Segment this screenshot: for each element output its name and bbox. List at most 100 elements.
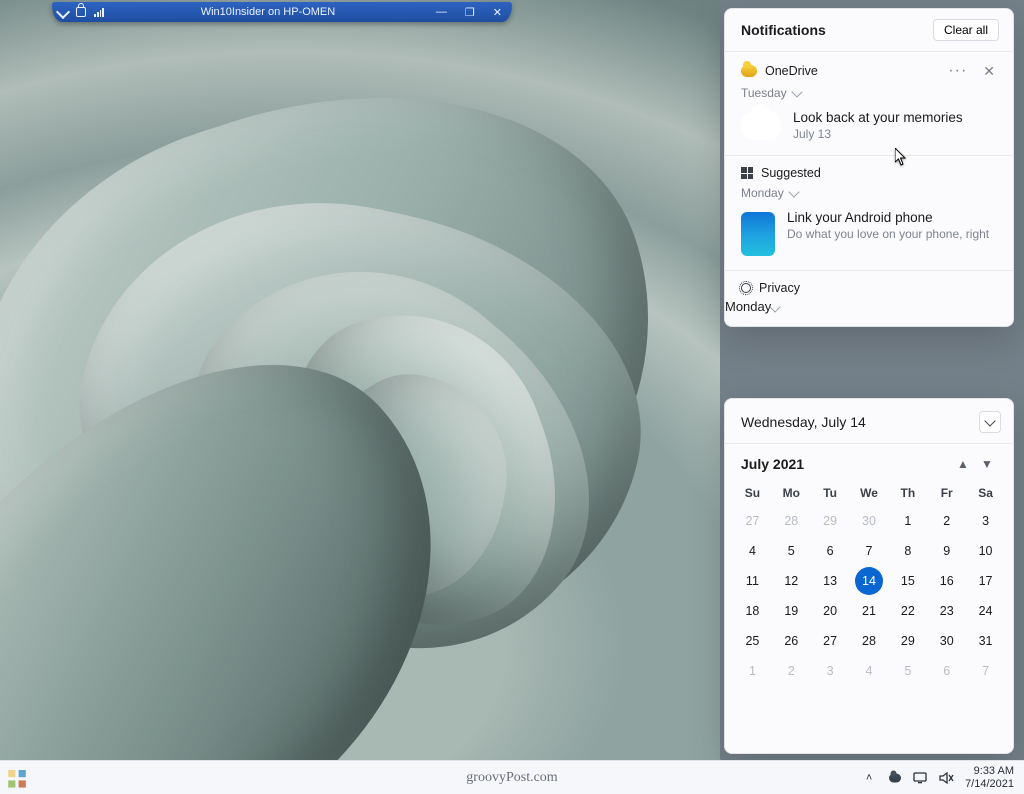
cloud-thumbnail-icon bbox=[741, 112, 781, 140]
calendar-day[interactable]: 4 bbox=[733, 536, 772, 566]
calendar-day[interactable]: 18 bbox=[733, 596, 772, 626]
volume-muted-tray-icon[interactable] bbox=[939, 771, 955, 785]
calendar-day[interactable]: 4 bbox=[850, 656, 889, 686]
calendar-day[interactable]: 13 bbox=[811, 566, 850, 596]
onedrive-icon bbox=[741, 65, 757, 77]
notifications-title: Notifications bbox=[741, 22, 826, 38]
calendar-day[interactable]: 3 bbox=[811, 656, 850, 686]
calendar-day[interactable]: 30 bbox=[850, 506, 889, 536]
calendar-day[interactable]: 22 bbox=[888, 596, 927, 626]
chevron-down-icon bbox=[770, 301, 781, 312]
calendar-day[interactable]: 26 bbox=[772, 626, 811, 656]
phone-thumbnail-icon bbox=[741, 212, 775, 256]
next-month-button[interactable]: ▼ bbox=[975, 452, 999, 476]
watermark: groovyPost.com bbox=[466, 770, 557, 786]
calendar-day[interactable]: 29 bbox=[888, 626, 927, 656]
notification-title: Link your Android phone bbox=[787, 210, 989, 225]
calendar-day[interactable]: 9 bbox=[927, 536, 966, 566]
calendar-dow: Th bbox=[888, 486, 927, 500]
calendar-day[interactable]: 1 bbox=[888, 506, 927, 536]
calendar-day[interactable]: 2 bbox=[927, 506, 966, 536]
calendar-day[interactable]: 8 bbox=[888, 536, 927, 566]
calendar-day-today[interactable]: 14 bbox=[855, 567, 883, 595]
start-icon[interactable] bbox=[8, 770, 26, 788]
calendar-day[interactable]: 25 bbox=[733, 626, 772, 656]
calendar-day[interactable]: 6 bbox=[927, 656, 966, 686]
restore-button[interactable]: ❐ bbox=[461, 6, 479, 19]
calendar-dow: Sa bbox=[966, 486, 1005, 500]
calendar-day[interactable]: 15 bbox=[888, 566, 927, 596]
calendar-day[interactable]: 17 bbox=[966, 566, 1005, 596]
lock-icon bbox=[76, 7, 86, 17]
notifications-panel: Notifications Clear all OneDrive ··· ✕ T… bbox=[724, 8, 1014, 327]
more-icon[interactable]: ··· bbox=[944, 62, 971, 80]
grid-icon bbox=[741, 167, 753, 179]
pin-icon[interactable] bbox=[56, 5, 70, 19]
privacy-section[interactable]: Privacy bbox=[725, 270, 1013, 299]
calendar-dow-header: SuMoTuWeThFrSa bbox=[725, 482, 1013, 506]
tray-overflow-icon[interactable]: ˄ bbox=[861, 771, 877, 785]
calendar-day[interactable]: 28 bbox=[772, 506, 811, 536]
notification-day[interactable]: Tuesday bbox=[725, 84, 1013, 106]
chevron-down-icon bbox=[788, 186, 799, 197]
calendar-day[interactable]: 31 bbox=[966, 626, 1005, 656]
calendar-month-year[interactable]: July 2021 bbox=[741, 456, 951, 472]
notification-subtitle: Do what you love on your phone, right bbox=[787, 227, 989, 241]
tray-time: 9:33 AM bbox=[965, 765, 1014, 777]
calendar-full-date: Wednesday, July 14 bbox=[741, 414, 866, 430]
suggested-section: Suggested bbox=[725, 155, 1013, 184]
calendar-dow: We bbox=[850, 486, 889, 500]
close-button[interactable]: ✕ bbox=[489, 6, 506, 19]
calendar-day[interactable]: 12 bbox=[772, 566, 811, 596]
system-tray: ˄ 9:33 AM 7/14/2021 bbox=[861, 765, 1024, 789]
calendar-day[interactable]: 28 bbox=[850, 626, 889, 656]
notification-day[interactable]: Monday bbox=[725, 299, 1013, 326]
calendar-dow: Mo bbox=[772, 486, 811, 500]
notification-day[interactable]: Monday bbox=[725, 184, 1013, 206]
clear-all-button[interactable]: Clear all bbox=[933, 19, 999, 41]
calendar-day[interactable]: 1 bbox=[733, 656, 772, 686]
gear-icon bbox=[741, 283, 751, 293]
remote-title: Win10Insider on HP-OMEN bbox=[201, 6, 336, 18]
calendar-day[interactable]: 3 bbox=[966, 506, 1005, 536]
signal-icon bbox=[94, 7, 104, 17]
notification-card-phone[interactable]: Monday Link your Android phone Do what y… bbox=[725, 184, 1013, 270]
calendar-day[interactable]: 19 bbox=[772, 596, 811, 626]
calendar-day[interactable]: 5 bbox=[772, 536, 811, 566]
desktop-wallpaper[interactable] bbox=[0, 0, 720, 760]
calendar-day[interactable]: 10 bbox=[966, 536, 1005, 566]
calendar-day[interactable]: 16 bbox=[927, 566, 966, 596]
calendar-day[interactable]: 29 bbox=[811, 506, 850, 536]
tray-clock[interactable]: 9:33 AM 7/14/2021 bbox=[965, 765, 1014, 789]
suggested-label: Suggested bbox=[761, 166, 821, 180]
onedrive-tray-icon[interactable] bbox=[887, 771, 903, 785]
calendar-day[interactable]: 5 bbox=[888, 656, 927, 686]
calendar-day[interactable]: 6 bbox=[811, 536, 850, 566]
notification-subtitle: July 13 bbox=[793, 127, 963, 141]
chevron-down-icon bbox=[791, 86, 802, 97]
prev-month-button[interactable]: ▲ bbox=[951, 452, 975, 476]
calendar-dow: Fr bbox=[927, 486, 966, 500]
calendar-dow: Tu bbox=[811, 486, 850, 500]
collapse-calendar-button[interactable] bbox=[979, 411, 1001, 433]
calendar-day[interactable]: 27 bbox=[733, 506, 772, 536]
minimize-button[interactable]: — bbox=[432, 6, 451, 18]
calendar-day[interactable]: 30 bbox=[927, 626, 966, 656]
calendar-day[interactable]: 11 bbox=[733, 566, 772, 596]
close-icon[interactable]: ✕ bbox=[979, 63, 999, 80]
notification-title: Look back at your memories bbox=[793, 110, 963, 125]
taskbar[interactable]: groovyPost.com ˄ 9:33 AM 7/14/2021 bbox=[0, 760, 1024, 794]
calendar-dow: Su bbox=[733, 486, 772, 500]
calendar-day[interactable]: 7 bbox=[850, 536, 889, 566]
calendar-day[interactable]: 21 bbox=[850, 596, 889, 626]
remote-connection-bar[interactable]: Win10Insider on HP-OMEN — ❐ ✕ bbox=[52, 2, 512, 22]
notification-card-onedrive[interactable]: OneDrive ··· ✕ Tuesday Look back at your… bbox=[725, 51, 1013, 155]
calendar-day[interactable]: 27 bbox=[811, 626, 850, 656]
calendar-day[interactable]: 20 bbox=[811, 596, 850, 626]
calendar-day[interactable]: 24 bbox=[966, 596, 1005, 626]
privacy-label: Privacy bbox=[759, 281, 800, 295]
network-tray-icon[interactable] bbox=[913, 771, 929, 785]
calendar-day[interactable]: 23 bbox=[927, 596, 966, 626]
calendar-day[interactable]: 2 bbox=[772, 656, 811, 686]
calendar-day[interactable]: 7 bbox=[966, 656, 1005, 686]
